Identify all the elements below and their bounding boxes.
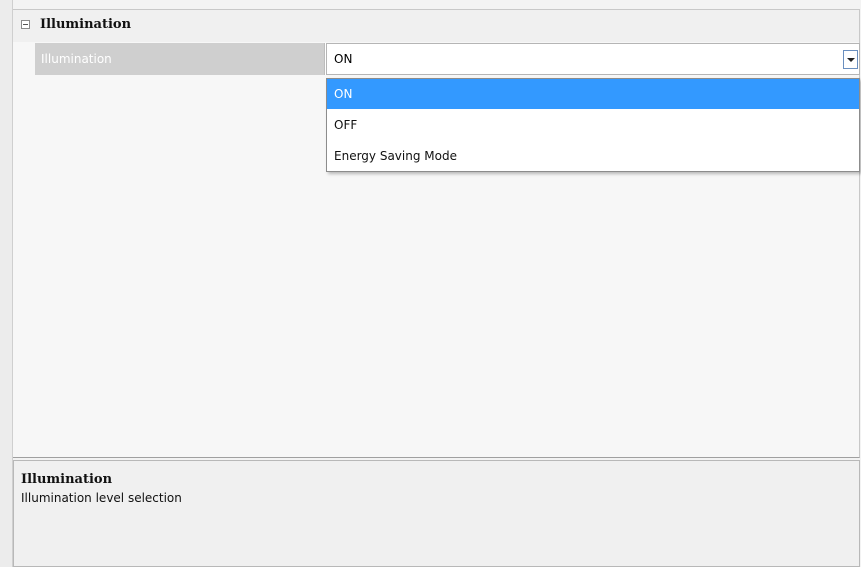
description-text: Illumination level selection bbox=[21, 491, 182, 505]
dropdown-list: ON OFF Energy Saving Mode bbox=[326, 78, 860, 172]
property-grid-window: Illumination Illumination ON ON OFF Ener… bbox=[0, 0, 861, 567]
option-on[interactable]: ON bbox=[327, 79, 859, 109]
description-panel: Illumination Illumination level selectio… bbox=[13, 460, 860, 567]
property-value-text: ON bbox=[334, 52, 353, 66]
property-name[interactable]: Illumination bbox=[35, 43, 325, 75]
collapse-minus-icon[interactable] bbox=[21, 20, 30, 29]
option-off[interactable]: OFF bbox=[327, 110, 859, 140]
category-label: Illumination bbox=[40, 17, 132, 32]
option-energy-saving-mode[interactable]: Energy Saving Mode bbox=[327, 141, 859, 171]
category-row-illumination[interactable]: Illumination bbox=[13, 10, 859, 42]
description-title: Illumination bbox=[21, 472, 113, 487]
property-row-illumination[interactable]: Illumination ON bbox=[35, 43, 860, 75]
chevron-down-icon[interactable] bbox=[843, 50, 858, 69]
property-value-combobox[interactable]: ON bbox=[326, 43, 860, 75]
property-grid: Illumination Illumination ON bbox=[13, 9, 860, 458]
left-border bbox=[0, 0, 13, 567]
